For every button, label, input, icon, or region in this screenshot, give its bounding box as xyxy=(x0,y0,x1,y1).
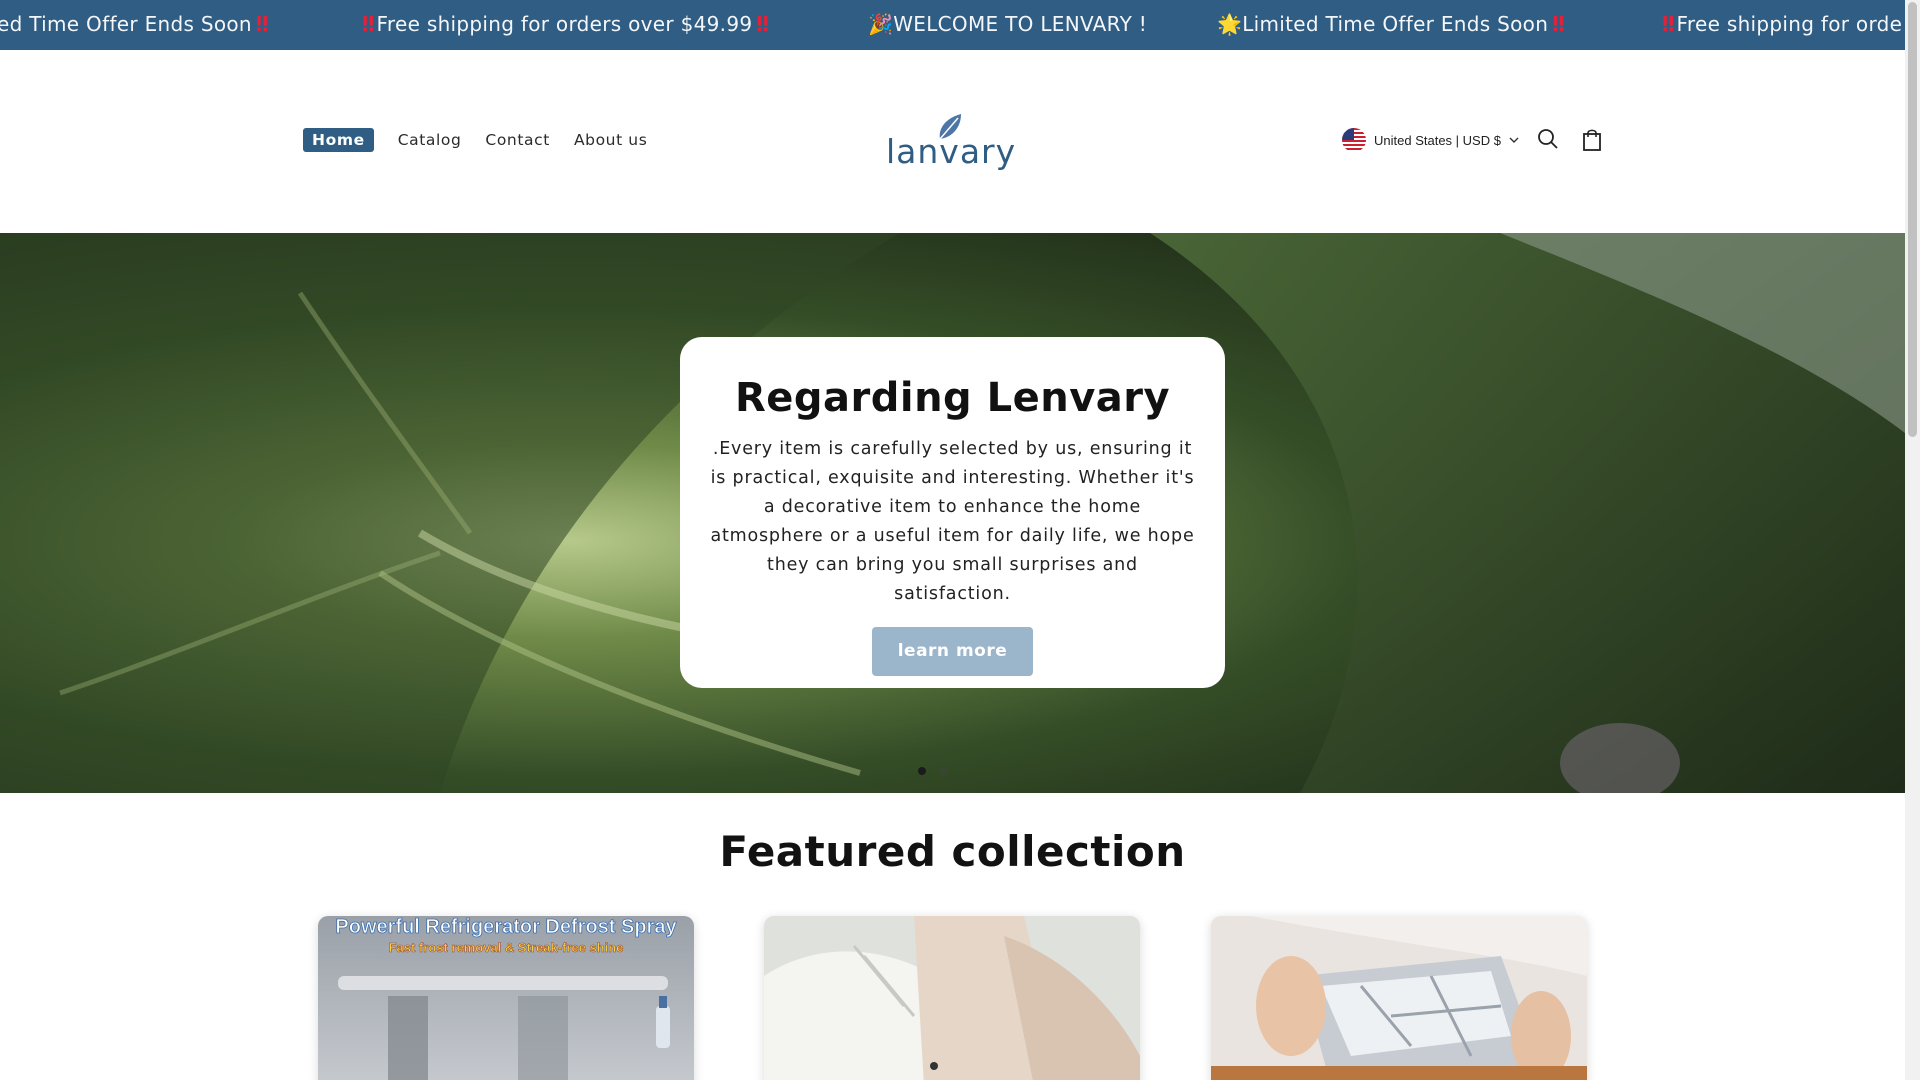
announcement-item: ‼ Free shipping for orde xyxy=(1662,12,1903,36)
hero-slideshow: Regarding Lenvary .Every item is careful… xyxy=(0,233,1905,793)
shopping-bag-icon[interactable] xyxy=(1582,128,1602,152)
product-image xyxy=(764,916,1140,1080)
search-icon[interactable] xyxy=(1537,128,1559,150)
page-scrollbar[interactable] xyxy=(1905,0,1920,1080)
announcement-item: ‼ Free shipping for orders over $49.99 ‼ xyxy=(362,12,769,36)
hero-description: .Every item is carefully selected by us,… xyxy=(710,439,1195,604)
announcement-bar: ed Time Offer Ends Soon ‼ ‼ Free shipping … xyxy=(0,0,1905,50)
scrollbar-thumb[interactable] xyxy=(1908,2,1917,437)
product-card[interactable] xyxy=(764,916,1140,1080)
locale-selector[interactable]: United States | USD $ xyxy=(1342,128,1519,152)
announcement-item: ed Time Offer Ends Soon ‼ xyxy=(0,12,268,36)
locale-label: United States | USD $ xyxy=(1374,132,1501,148)
us-flag-icon xyxy=(1342,128,1366,152)
nav-catalog[interactable]: Catalog xyxy=(398,131,462,149)
hero-content-card: Regarding Lenvary .Every item is careful… xyxy=(680,337,1225,688)
slideshow-dots xyxy=(918,767,948,775)
nav-contact[interactable]: Contact xyxy=(485,131,550,149)
alert-icon: ‼ xyxy=(756,12,768,36)
announcement-item: 🎉WELCOME TO LENVARY ! xyxy=(868,12,1148,36)
slide-dot-2[interactable] xyxy=(940,767,948,775)
star-icon: 🌟 xyxy=(1217,12,1243,36)
main-nav: Home Catalog Contact About us xyxy=(303,128,671,152)
hero-title: Regarding Lenvary xyxy=(734,375,1171,421)
product-card[interactable]: Powerful Refrigerator Defrost Spray Fast… xyxy=(318,916,694,1080)
site-logo[interactable]: lanvary xyxy=(884,110,1017,180)
alert-icon: ‼ xyxy=(1552,12,1564,36)
product-card[interactable] xyxy=(1211,916,1587,1080)
product-banner: Powerful Refrigerator Defrost Spray Fast… xyxy=(335,916,677,955)
slide-dot-1[interactable] xyxy=(918,767,926,775)
alert-icon: ‼ xyxy=(362,12,374,36)
site-header: Home Catalog Contact About us lanvary Un… xyxy=(0,50,1905,233)
alert-icon: ‼ xyxy=(1662,12,1674,36)
party-popper-icon: 🎉 xyxy=(868,12,894,36)
logo-text: lanvary xyxy=(886,132,1017,171)
featured-collection-title: Featured collection xyxy=(719,827,1186,876)
announcement-item: 🌟Limited Time Offer Ends Soon ‼ xyxy=(1217,12,1565,36)
learn-more-button[interactable]: learn more xyxy=(872,627,1033,676)
nav-home[interactable]: Home xyxy=(303,128,374,152)
product-image xyxy=(1211,916,1587,1080)
chevron-down-icon xyxy=(1509,137,1519,143)
nav-about-us[interactable]: About us xyxy=(574,131,647,149)
alert-icon: ‼ xyxy=(255,12,268,36)
